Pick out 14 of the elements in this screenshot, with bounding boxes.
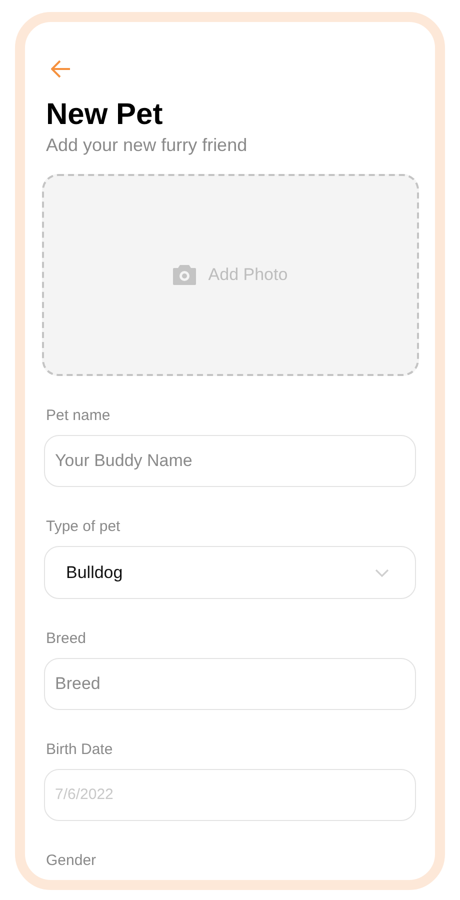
back-button[interactable]: [50, 58, 72, 80]
camera-icon: [173, 265, 196, 286]
field-label: Birth Date: [46, 740, 114, 760]
text-field[interactable]: Your Buddy Name: [44, 435, 416, 488]
pet-type-dropdown[interactable]: Bulldog: [44, 546, 416, 599]
chevron-down-icon: [375, 568, 389, 576]
field-label: Type of pet: [46, 517, 122, 538]
text-field[interactable]: Breed: [44, 658, 416, 710]
field-label: Breed: [46, 628, 88, 649]
page-subtitle: Add your new furry friend: [46, 134, 248, 158]
page-title: New Pet: [46, 97, 164, 134]
field-label: Gender: [46, 851, 98, 872]
back-arrow-icon: [51, 60, 71, 78]
field-label: Pet name: [46, 406, 112, 426]
